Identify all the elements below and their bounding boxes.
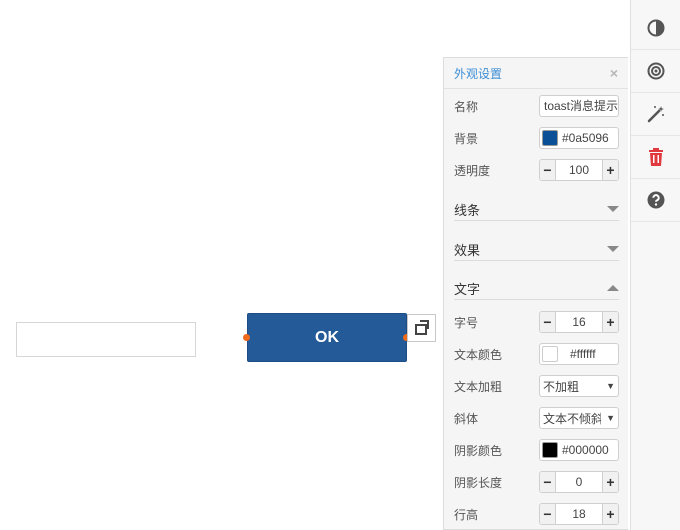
line-height-value[interactable]: 18 xyxy=(556,507,602,521)
section-effect[interactable]: 效果 xyxy=(454,238,619,261)
selected-widget[interactable]: OK xyxy=(243,313,410,362)
italic-select[interactable]: 文本不倾斜 ▼ xyxy=(539,407,619,429)
name-input[interactable]: toast消息提示 xyxy=(539,95,619,117)
section-effect-title: 效果 xyxy=(454,242,481,258)
delete-tool-button[interactable] xyxy=(631,135,680,179)
target-icon xyxy=(647,62,665,79)
text-color-picker[interactable]: #ffffff xyxy=(539,343,619,365)
opacity-label: 透明度 xyxy=(454,163,491,178)
font-size-stepper[interactable]: − 16 + xyxy=(539,311,619,333)
font-size-label: 字号 xyxy=(454,315,479,330)
background-swatch[interactable] xyxy=(542,130,558,146)
shadow-color-value: #000000 xyxy=(562,443,609,457)
line-height-decrement-button[interactable]: − xyxy=(540,504,556,524)
target-tool-button[interactable] xyxy=(631,49,680,93)
font-size-row: 字号 − 16 + xyxy=(454,310,619,334)
background-label: 背景 xyxy=(454,131,479,146)
text-color-swatch[interactable] xyxy=(542,346,558,362)
shadow-length-stepper[interactable]: − 0 + xyxy=(539,471,619,493)
opacity-decrement-button[interactable]: − xyxy=(540,160,556,180)
background-value: #0a5096 xyxy=(562,131,609,145)
line-height-stepper[interactable]: − 18 + xyxy=(539,503,619,525)
chevron-down-icon[interactable] xyxy=(607,206,619,212)
shadow-length-value[interactable]: 0 xyxy=(556,475,602,489)
close-icon[interactable]: × xyxy=(610,65,618,81)
font-size-increment-button[interactable]: + xyxy=(602,312,618,332)
shadow-color-row: 阴影颜色 #000000 xyxy=(454,438,619,462)
caret-down-icon: ▼ xyxy=(606,381,615,391)
italic-value: 文本不倾斜 xyxy=(543,411,601,426)
name-label: 名称 xyxy=(454,99,479,114)
shadow-color-label: 阴影颜色 xyxy=(454,443,503,458)
caret-down-icon: ▼ xyxy=(606,413,615,423)
shadow-length-decrement-button[interactable]: − xyxy=(540,472,556,492)
italic-label: 斜体 xyxy=(454,411,479,426)
shadow-length-label: 阴影长度 xyxy=(454,475,503,490)
ok-button[interactable]: OK xyxy=(247,313,407,362)
line-height-row: 行高 − 18 + xyxy=(454,502,619,526)
trash-icon xyxy=(649,147,663,166)
text-bold-label: 文本加粗 xyxy=(454,379,503,394)
shadow-length-increment-button[interactable]: + xyxy=(602,472,618,492)
canvas-text-box[interactable] xyxy=(16,322,196,357)
chevron-up-icon[interactable] xyxy=(607,285,619,291)
resize-icon[interactable] xyxy=(407,314,436,342)
ok-button-label: OK xyxy=(315,328,339,346)
panel-header: 外观设置 × xyxy=(444,58,628,89)
line-height-increment-button[interactable]: + xyxy=(602,504,618,524)
appearance-tool-button[interactable] xyxy=(631,6,680,50)
opacity-row: 透明度 − 100 + xyxy=(454,158,619,182)
magic-wand-icon xyxy=(647,105,664,122)
shadow-color-picker[interactable]: #000000 xyxy=(539,439,619,461)
chevron-down-icon[interactable] xyxy=(607,246,619,252)
italic-row: 斜体 文本不倾斜 ▼ xyxy=(454,406,619,430)
help-tool-button[interactable] xyxy=(631,178,680,222)
section-line[interactable]: 线条 xyxy=(454,198,619,221)
text-bold-value: 不加粗 xyxy=(543,379,580,394)
effects-tool-button[interactable] xyxy=(631,92,680,136)
contrast-icon xyxy=(647,19,665,36)
line-height-label: 行高 xyxy=(454,507,479,522)
background-row: 背景 #0a5096 xyxy=(454,126,619,150)
opacity-increment-button[interactable]: + xyxy=(602,160,618,180)
shadow-length-row: 阴影长度 − 0 + xyxy=(454,470,619,494)
right-toolbar xyxy=(630,0,680,530)
background-color-picker[interactable]: #0a5096 xyxy=(539,127,619,149)
text-color-value: #ffffff xyxy=(570,347,596,361)
opacity-stepper[interactable]: − 100 + xyxy=(539,159,619,181)
resize-handle-left[interactable] xyxy=(243,334,250,341)
panel-title: 外观设置 xyxy=(454,66,503,81)
section-text[interactable]: 文字 xyxy=(454,277,619,300)
font-size-decrement-button[interactable]: − xyxy=(540,312,556,332)
text-bold-row: 文本加粗 不加粗 ▼ xyxy=(454,374,619,398)
text-color-row: 文本颜色 #ffffff xyxy=(454,342,619,366)
shadow-color-swatch[interactable] xyxy=(542,442,558,458)
section-line-title: 线条 xyxy=(454,202,481,218)
opacity-value[interactable]: 100 xyxy=(556,163,602,177)
help-icon xyxy=(647,191,665,208)
text-bold-select[interactable]: 不加粗 ▼ xyxy=(539,375,619,397)
text-color-label: 文本颜色 xyxy=(454,347,503,362)
appearance-panel: 外观设置 × 名称 toast消息提示 背景 #0a5096 透明度 − 100… xyxy=(443,57,628,530)
section-text-title: 文字 xyxy=(454,281,481,297)
name-row: 名称 toast消息提示 xyxy=(454,94,619,118)
font-size-value[interactable]: 16 xyxy=(556,315,602,329)
